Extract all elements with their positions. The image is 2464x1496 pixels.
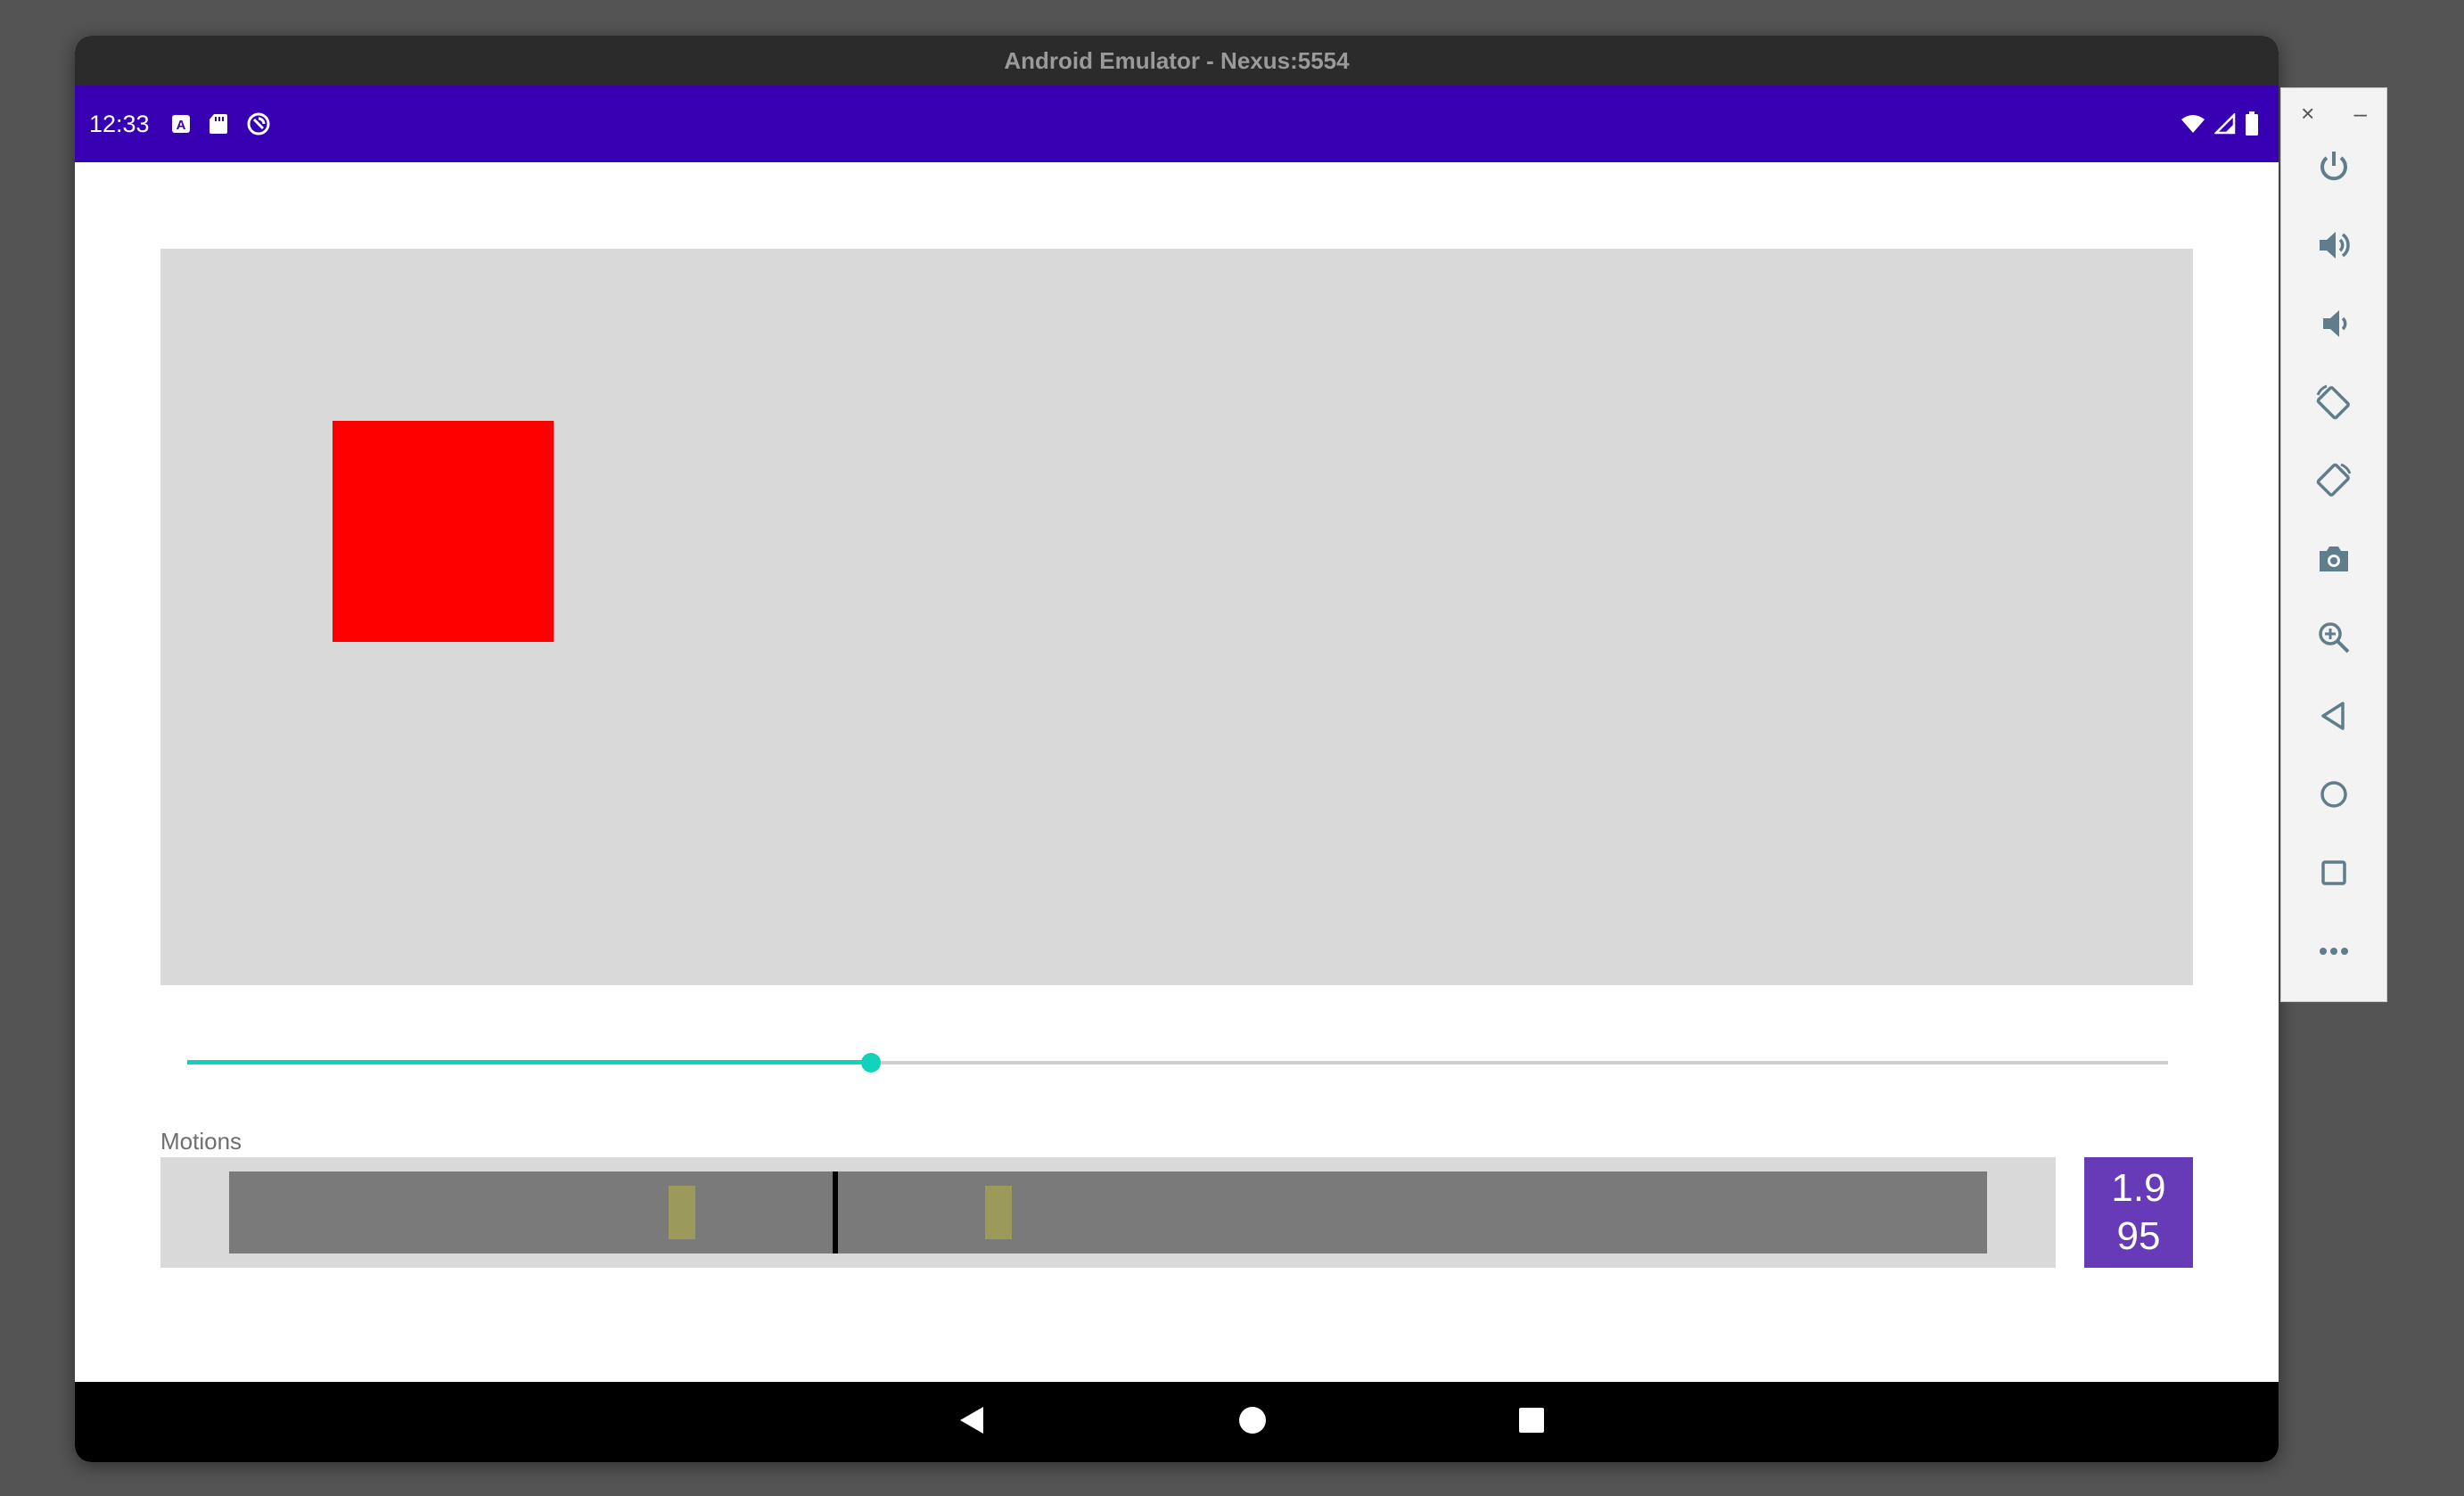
cell-signal-icon xyxy=(2214,113,2236,135)
rotate-right-icon xyxy=(2314,461,2353,505)
zoom-button[interactable] xyxy=(2281,604,2386,675)
motions-label: Motions xyxy=(160,1128,242,1155)
rotate-left-button[interactable] xyxy=(2281,368,2386,440)
volume-down-button[interactable] xyxy=(2281,290,2386,361)
battery-icon xyxy=(2245,111,2259,136)
overview-button[interactable] xyxy=(2281,839,2386,910)
nav-back-button[interactable] xyxy=(945,1382,998,1462)
wifi-icon xyxy=(2181,113,2205,135)
screenshot-button[interactable] xyxy=(2281,525,2386,596)
sync-icon xyxy=(246,111,271,136)
a-notification-icon: A xyxy=(171,114,191,134)
home-icon xyxy=(1238,1406,1267,1439)
recents-icon xyxy=(1518,1407,1545,1438)
timeline-keyframe[interactable] xyxy=(669,1186,695,1239)
power-icon xyxy=(2316,149,2352,189)
timeline-track[interactable] xyxy=(229,1171,1987,1254)
nav-recents-button[interactable] xyxy=(1505,1382,1558,1462)
sd-card-icon xyxy=(209,113,228,135)
progress-value-line2: 95 xyxy=(2116,1214,2161,1258)
window-title: Android Emulator - Nexus:5554 xyxy=(75,36,2279,86)
power-button[interactable] xyxy=(2281,133,2386,204)
home-button[interactable] xyxy=(2281,760,2386,832)
svg-text:A: A xyxy=(177,118,186,133)
animated-red-box[interactable] xyxy=(333,421,554,642)
status-bar: 12:33 A xyxy=(75,86,2279,162)
back-icon xyxy=(958,1405,985,1440)
overview-icon xyxy=(2318,857,2350,893)
rotate-right-button[interactable] xyxy=(2281,447,2386,518)
slider-fill xyxy=(187,1060,871,1064)
slider-thumb[interactable] xyxy=(860,1053,881,1073)
more-button[interactable] xyxy=(2281,917,2386,989)
panel-minimize-button[interactable]: – xyxy=(2353,100,2366,127)
motion-timeline[interactable] xyxy=(160,1157,2056,1268)
navigation-bar xyxy=(75,1382,2279,1462)
volume-down-icon xyxy=(2316,306,2352,346)
progress-value-box: 1.9 95 xyxy=(2084,1157,2193,1268)
emulator-side-panel: × – xyxy=(2280,87,2387,1002)
volume-up-button[interactable] xyxy=(2281,211,2386,283)
back-icon xyxy=(2318,700,2350,736)
zoom-icon xyxy=(2316,620,2352,660)
timeline-playhead[interactable] xyxy=(833,1171,839,1254)
status-time: 12:33 xyxy=(89,110,150,137)
home-icon xyxy=(2318,778,2350,815)
nav-home-button[interactable] xyxy=(1226,1382,1279,1462)
app-screen: Motions 1.9 95 xyxy=(75,162,2279,1418)
timeline-keyframe[interactable] xyxy=(984,1186,1012,1239)
progress-value-line1: 1.9 xyxy=(2111,1166,2166,1210)
rotate-left-icon xyxy=(2314,382,2353,426)
back-button[interactable] xyxy=(2281,682,2386,753)
camera-icon xyxy=(2316,541,2352,581)
emulator-window: Android Emulator - Nexus:5554 12:33 A Mo… xyxy=(75,36,2279,1462)
panel-close-button[interactable]: × xyxy=(2301,100,2314,127)
motion-canvas[interactable] xyxy=(160,249,2193,985)
more-icon xyxy=(2318,945,2350,961)
progress-slider[interactable] xyxy=(187,1045,2168,1081)
volume-up-icon xyxy=(2316,227,2352,267)
